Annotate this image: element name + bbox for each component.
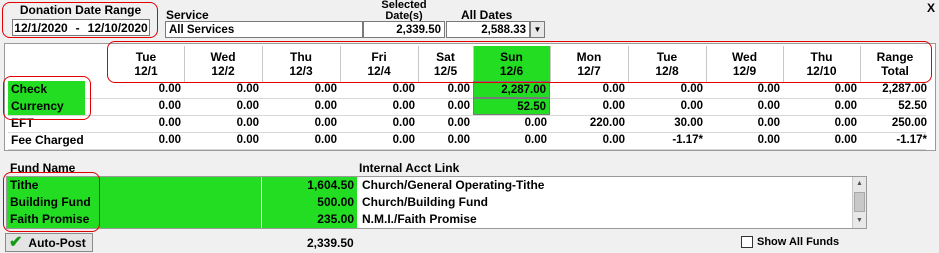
service-field[interactable]: All Services (165, 21, 363, 38)
show-all-funds-checkbox[interactable] (741, 236, 753, 248)
show-all-funds-label: Show All Funds (757, 236, 840, 248)
chevron-down-icon[interactable]: ▼ (530, 21, 545, 38)
grid-cell[interactable]: 0.00 (262, 115, 340, 132)
grid-cell[interactable]: 220.00 (550, 115, 628, 132)
grid-cell[interactable]: 0.00 (628, 81, 706, 98)
grid-cell[interactable]: 0.00 (473, 132, 550, 149)
date-range-title: Donation Date Range (19, 3, 142, 17)
fund-amount-cell[interactable]: 235.00 (261, 211, 357, 228)
grid-cell[interactable]: 0.00 (262, 81, 340, 98)
grid-cell[interactable]: -1.17* (628, 132, 706, 149)
grid-cell[interactable]: 2,287.00 (860, 81, 930, 98)
grid-cell[interactable]: -1.17* (860, 132, 930, 149)
scroll-thumb[interactable] (854, 192, 865, 212)
fund-amount-cell[interactable]: 500.00 (261, 194, 357, 211)
fund-acct-link-cell[interactable]: Church/Building Fund (359, 194, 850, 211)
auto-post-label: Auto-Post (28, 235, 86, 250)
grid-cell[interactable]: 0.00 (418, 115, 473, 132)
grid-cell[interactable]: 0.00 (108, 98, 184, 115)
grid-cell[interactable]: 0.00 (340, 81, 418, 98)
grid-cell[interactable]: 0.00 (340, 115, 418, 132)
grid-cell[interactable]: 0.00 (340, 132, 418, 149)
grid-cell[interactable]: 250.00 (860, 115, 930, 132)
grid-cell[interactable]: 0.00 (184, 81, 262, 98)
scroll-down-icon[interactable]: ▼ (853, 214, 866, 227)
grid-cell[interactable]: 0.00 (706, 98, 783, 115)
scroll-up-icon[interactable]: ▲ (853, 177, 866, 190)
row-divider (8, 149, 926, 150)
grid-cell[interactable]: 0.00 (550, 132, 628, 149)
auto-post-button[interactable]: ✔ Auto-Post (5, 233, 93, 252)
grid-cell[interactable]: 0.00 (550, 81, 628, 98)
fund-acct-link-cell[interactable]: Church/General Operating-Tithe (359, 177, 850, 194)
grid-cell[interactable]: 0.00 (262, 132, 340, 149)
grid-cell[interactable]: 0.00 (706, 115, 783, 132)
grid-cell[interactable]: 0.00 (473, 115, 550, 132)
fund-acct-link-cell[interactable]: N.M.I./Faith Promise (359, 211, 850, 228)
grid-cell[interactable]: 0.00 (418, 132, 473, 149)
grid-cell[interactable]: 0.00 (108, 81, 184, 98)
rows-annotation (3, 76, 91, 120)
grid-cell[interactable]: 52.50 (860, 98, 930, 115)
internal-acct-header: Internal Acct Link (359, 161, 460, 175)
grid-cell[interactable]: 0.00 (783, 81, 860, 98)
grid-cell[interactable]: 0.00 (706, 132, 783, 149)
grid-cell[interactable]: 0.00 (418, 98, 473, 115)
grid-cell[interactable]: 0.00 (783, 98, 860, 115)
service-label: Service (166, 8, 209, 22)
date-from: 12/1/2020 (14, 20, 68, 35)
selected-dates-label: Selected Date(s) (381, 0, 427, 22)
grid-cell[interactable]: 0.00 (550, 98, 628, 115)
grid-cell[interactable]: 0.00 (628, 98, 706, 115)
close-button[interactable]: X (925, 1, 937, 15)
grid-cell[interactable]: 0.00 (783, 115, 860, 132)
date-range-field[interactable]: 12/1/2020 - 12/10/2020 (12, 19, 150, 36)
grid-cell[interactable]: 2,287.00 (473, 81, 550, 98)
grid-cell[interactable]: 0.00 (184, 132, 262, 149)
date-separator: - (75, 20, 80, 35)
grid-cell[interactable]: 0.00 (184, 115, 262, 132)
funds-annotation (3, 172, 100, 232)
grid-cell[interactable]: 0.00 (108, 115, 184, 132)
grid-cell[interactable]: 0.00 (783, 132, 860, 149)
grid-cell[interactable]: 0.00 (262, 98, 340, 115)
all-dates-value: 2,588.33 (446, 21, 530, 38)
grid-cell[interactable]: 30.00 (628, 115, 706, 132)
selected-dates-value: 2,339.50 (363, 21, 445, 38)
row-label-fee-charged[interactable]: Fee Charged (8, 132, 85, 149)
date-to: 12/10/2020 (87, 20, 148, 35)
grid-cell[interactable]: 0.00 (418, 81, 473, 98)
grid-cell[interactable]: 0.00 (108, 132, 184, 149)
all-dates-label: All Dates (461, 8, 513, 22)
checkmark-icon: ✔ (9, 233, 23, 251)
days-annotation (107, 41, 932, 83)
grid-cell[interactable]: 52.50 (473, 98, 550, 115)
grid-cell[interactable]: 0.00 (706, 81, 783, 98)
grid-cell[interactable]: 0.00 (184, 98, 262, 115)
grid-cell[interactable]: 0.00 (340, 98, 418, 115)
funds-scrollbar[interactable]: ▲ ▼ (852, 177, 866, 228)
posting-total: 2,339.50 (307, 236, 354, 250)
fund-amount-cell[interactable]: 1,604.50 (261, 177, 357, 194)
